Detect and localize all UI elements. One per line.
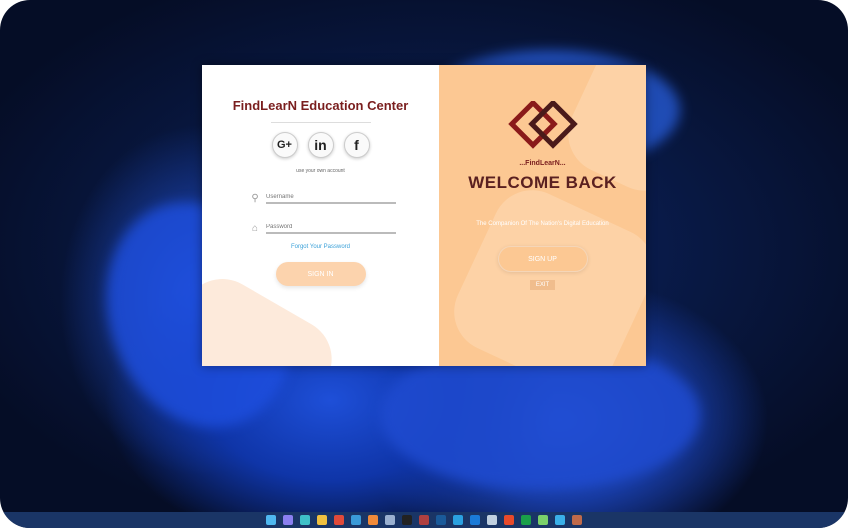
taskbar-app-icon[interactable] [266, 515, 276, 525]
user-icon: ⚲ [251, 193, 259, 204]
taskbar-app-icon[interactable] [300, 515, 310, 525]
taskbar-app-icon[interactable] [334, 515, 344, 525]
logo-text: ...FindLearN... [519, 160, 566, 167]
forgot-password-link[interactable]: Forgot Your Password [202, 244, 439, 250]
linkedin-icon[interactable]: in [307, 132, 334, 158]
taskbar-app-icon[interactable] [470, 515, 480, 525]
hint-text: use your own account [296, 168, 345, 174]
taskbar-app-icon[interactable] [521, 515, 531, 525]
facebook-icon[interactable]: f [343, 132, 370, 158]
welcome-heading: WELCOME BACK [468, 173, 617, 192]
desktop: FindLearN Education Center G+ in f use y… [0, 0, 848, 528]
sign-up-button[interactable]: SIGN UP [497, 246, 588, 272]
taskbar-app-icon[interactable] [504, 515, 514, 525]
taskbar-app-icon[interactable] [283, 515, 293, 525]
app-title: FindLearN Education Center [232, 98, 409, 113]
taskbar-app-icon[interactable] [385, 515, 395, 525]
taskbar-app-icon[interactable] [555, 515, 565, 525]
taskbar-app-icon[interactable] [487, 515, 497, 525]
password-input[interactable] [266, 222, 396, 234]
taskbar-app-icon[interactable] [538, 515, 548, 525]
sign-in-button[interactable]: SIGN IN [275, 262, 366, 286]
divider [270, 122, 371, 123]
google-plus-icon[interactable]: G+ [271, 132, 298, 158]
username-input[interactable] [266, 192, 396, 204]
taskbar-app-icon[interactable] [419, 515, 429, 525]
taskbar [0, 512, 848, 528]
taskbar-app-icon[interactable] [436, 515, 446, 525]
exit-button[interactable]: EXIT [529, 280, 556, 290]
taskbar-app-icon[interactable] [572, 515, 582, 525]
taskbar-app-icon[interactable] [453, 515, 463, 525]
taskbar-app-icon[interactable] [351, 515, 361, 525]
taskbar-app-icon[interactable] [368, 515, 378, 525]
tagline: The Companion Of The Nation's Digital Ed… [476, 221, 609, 227]
taskbar-app-icon[interactable] [317, 515, 327, 525]
welcome-panel: ...FindLearN... WELCOME BACK The Compani… [439, 65, 646, 366]
taskbar-app-icon[interactable] [402, 515, 412, 525]
logo-icon [439, 99, 646, 160]
login-dialog: FindLearN Education Center G+ in f use y… [202, 65, 646, 366]
sign-in-panel: FindLearN Education Center G+ in f use y… [202, 65, 439, 366]
lock-icon: ⌂ [251, 223, 259, 234]
